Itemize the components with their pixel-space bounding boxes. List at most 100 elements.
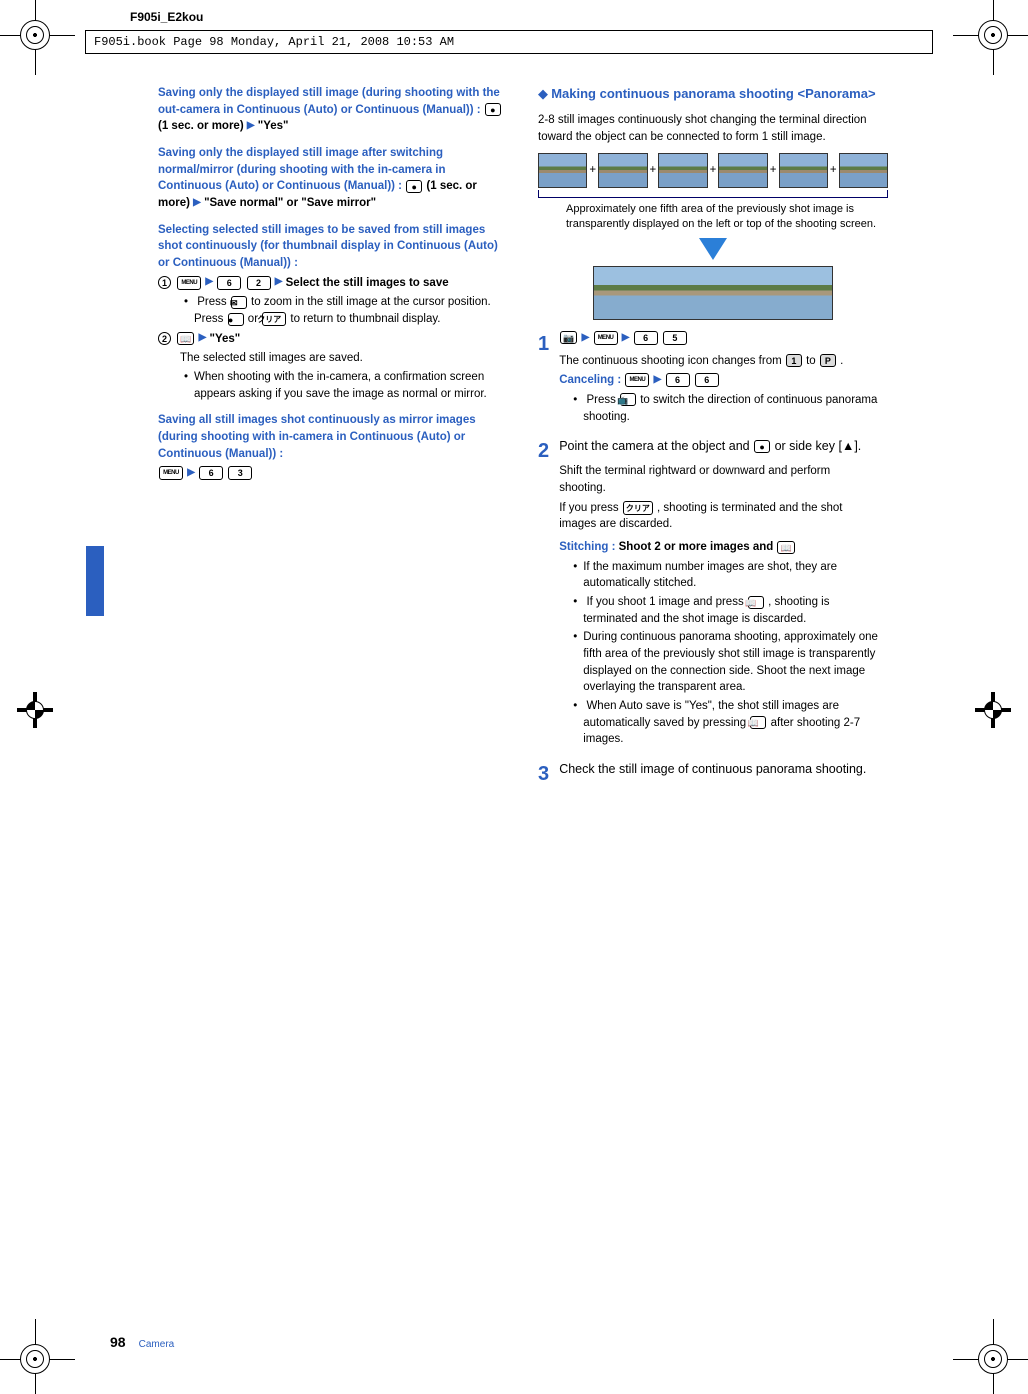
key-5-icon: 5: [663, 331, 687, 345]
arrow-icon: ▶: [199, 331, 207, 346]
arrow-icon: ▶: [187, 466, 195, 481]
document-id: F905i_E2kou: [130, 10, 203, 24]
b1-text-d: to return to thumbnail display.: [290, 313, 440, 325]
panorama-result-image: [593, 266, 833, 320]
book-key-icon: 📖: [750, 716, 766, 729]
clear-key-icon: クリア: [262, 312, 286, 326]
substep1-bullet: Press ✉ to zoom in the still image at th…: [180, 294, 508, 327]
h2-linked-text: Saving only the displayed still image af…: [158, 147, 446, 192]
pano-thumb-2: [598, 153, 647, 188]
step-2-bullet-1: If the maximum number images are shot, t…: [569, 559, 879, 592]
save-mirror-heading: Saving all still images shot continuousl…: [158, 412, 508, 462]
key-6-icon: 6: [666, 373, 690, 387]
arrow-icon: ▶: [654, 373, 662, 388]
arrow-icon: ▶: [622, 331, 630, 346]
step-2-p1: Shift the terminal rightward or downward…: [559, 463, 879, 496]
cancel-label: Canceling :: [559, 374, 624, 386]
diamond-icon: ◆: [538, 86, 548, 101]
plus-icon: +: [830, 162, 837, 179]
arrow-icon: ▶: [193, 196, 201, 211]
pano-thumb-4: [718, 153, 767, 188]
circled-two-icon: 2: [158, 332, 171, 345]
plus-icon: +: [770, 162, 777, 179]
key-6-icon: 6: [634, 331, 658, 345]
h2-options: "Save normal" or "Save mirror": [204, 197, 376, 209]
dot-key-icon: ●: [485, 103, 501, 116]
key-2-icon: 2: [247, 276, 271, 290]
footer-section-label: Camera: [139, 1339, 175, 1350]
text: If you shoot 1 image and press: [586, 596, 746, 608]
key-6-icon: 6: [217, 276, 241, 290]
substep2-line: The selected still images are saved.: [180, 350, 508, 367]
plus-icon: +: [710, 162, 717, 179]
step-2-stitching: Stitching : Shoot 2 or more images and 📖: [559, 539, 879, 556]
step-2-p2: If you press クリア , shooting is terminate…: [559, 500, 879, 533]
menu-key-icon: MENU: [625, 373, 649, 387]
step-2-action: Point the camera at the object and ● or …: [559, 437, 879, 455]
bracket-line: [538, 190, 888, 198]
stitching-text: Shoot 2 or more images and: [619, 541, 777, 553]
plus-icon: +: [589, 162, 596, 179]
substep2-bullet: When shooting with the in-camera, a conf…: [180, 369, 508, 402]
cropmark-bottom-right: [963, 1329, 1023, 1389]
menu-key-icon: MENU: [177, 276, 201, 290]
substep1-text: Select the still images to save: [286, 277, 449, 289]
dot-key-icon: ●: [228, 313, 244, 326]
cropmark-top-right: [963, 5, 1023, 65]
arrow-icon: ▶: [247, 119, 255, 134]
page: F905i_E2kou F905i.book Page 98 Monday, A…: [0, 0, 1028, 1394]
section-index-tab: [86, 546, 104, 616]
down-arrow-icon: [699, 238, 727, 260]
step-1-cancel: Canceling : MENU ▶ 6 6: [559, 372, 879, 389]
menu-key-icon: MENU: [159, 466, 183, 480]
step-2-bullet-2: If you shoot 1 image and press 📖 , shoot…: [569, 594, 879, 627]
panorama-title-text: Making continuous panorama shooting <Pan…: [551, 86, 875, 101]
select-images-heading: Selecting selected still images to be sa…: [158, 222, 508, 272]
pano-thumb-6: [839, 153, 888, 188]
text: or side key [▲].: [775, 439, 862, 453]
book-key-icon: 📖: [777, 541, 794, 554]
camera-key-icon: 📷: [560, 331, 577, 344]
save-displayed-incam-heading: Saving only the displayed still image af…: [158, 145, 508, 212]
text: If you press: [559, 502, 622, 514]
step-1-seq: 📷 ▶ MENU ▶ 6 5: [559, 330, 879, 347]
dot-key-icon: ●: [406, 180, 422, 193]
substep-2: 2 📖 ▶ "Yes": [158, 331, 508, 348]
substep-1: 1 MENU ▶ 6 2 ▶ Select the still images t…: [158, 275, 508, 292]
pano-thumb-1: [538, 153, 587, 188]
text: to: [806, 355, 819, 367]
mode-1-icon: 1: [786, 354, 802, 367]
b1-text-a: Press: [197, 296, 230, 308]
arrow-icon: ▶: [582, 331, 590, 346]
book-key-icon: 📖: [177, 332, 194, 345]
step-1-number: 1: [538, 330, 556, 359]
mode-p-icon: P: [820, 354, 836, 367]
text: Point the camera at the object and: [559, 439, 753, 453]
cropmark-mid-right: [963, 680, 1023, 740]
dot-key-icon: ●: [754, 440, 770, 453]
key-3-icon: 3: [228, 466, 252, 480]
arrow-icon: ▶: [275, 275, 283, 290]
footer: 98 Camera: [110, 1334, 174, 1350]
tv-key-icon: 📺: [620, 393, 636, 406]
text: Press: [586, 394, 619, 406]
step-3-number: 3: [538, 760, 556, 789]
circled-one-icon: 1: [158, 276, 171, 289]
book-key-icon: 📖: [748, 596, 764, 609]
panorama-thumbnail-row: + + + + +: [538, 153, 888, 188]
cropmark-mid-left: [5, 680, 65, 740]
content-columns: Saving only the displayed still image (d…: [158, 82, 888, 795]
h1-yes: "Yes": [258, 120, 289, 132]
clear-key-icon: クリア: [623, 501, 653, 515]
step-3-text: Check the still image of continuous pano…: [559, 760, 879, 778]
step-1-iconchange: The continuous shooting icon changes fro…: [559, 353, 879, 370]
save-displayed-outcam-heading: Saving only the displayed still image (d…: [158, 85, 508, 135]
step-2-number: 2: [538, 437, 556, 466]
text: The continuous shooting icon changes fro…: [559, 355, 785, 367]
cropmark-bottom-left: [5, 1329, 65, 1389]
key-6-icon: 6: [199, 466, 223, 480]
pano-thumb-3: [658, 153, 707, 188]
menu-key-icon: MENU: [594, 331, 618, 345]
page-number: 98: [110, 1334, 126, 1350]
h1-duration: (1 sec. or more): [158, 120, 244, 132]
